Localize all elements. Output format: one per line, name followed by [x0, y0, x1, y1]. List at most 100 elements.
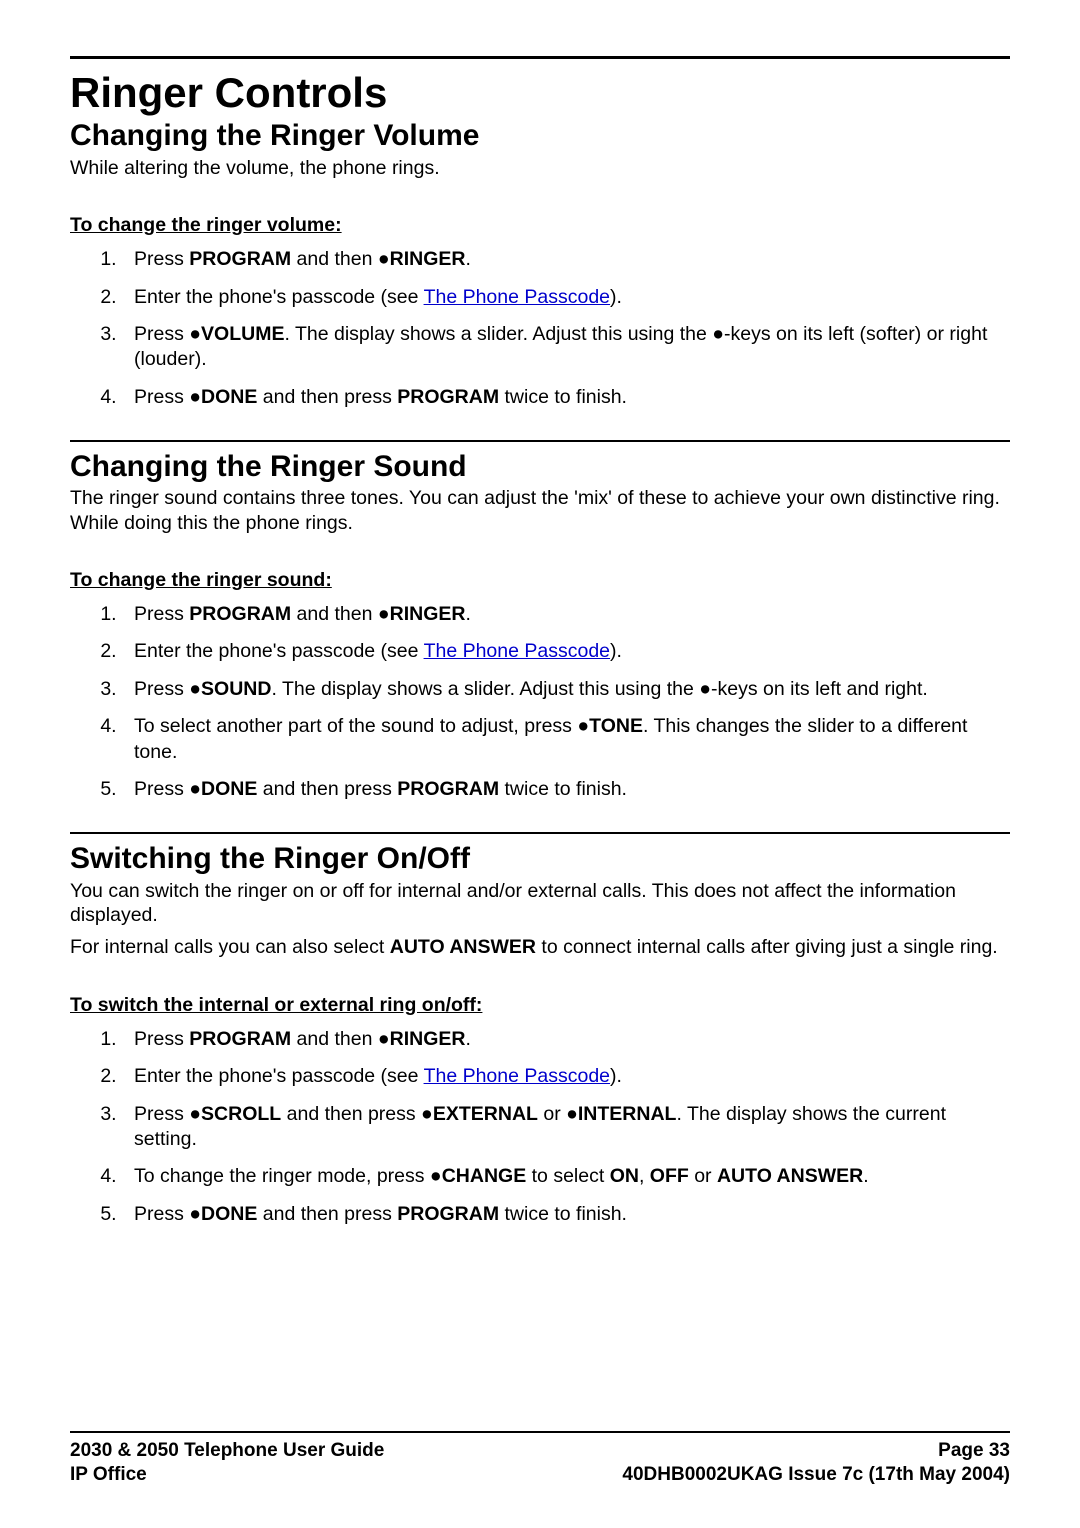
keyword: DONE	[201, 386, 257, 408]
text: or	[689, 1165, 717, 1187]
section-intro: While altering the volume, the phone rin…	[70, 156, 1010, 180]
section-intro: You can switch the ringer on or off for …	[70, 879, 1010, 928]
text: .	[465, 248, 470, 270]
text: twice to finish.	[499, 1203, 627, 1225]
keyword: OFF	[650, 1165, 689, 1187]
text: to select	[526, 1165, 609, 1187]
text: Press ●	[134, 386, 201, 408]
keyword: PROGRAM	[397, 386, 499, 408]
text: Press	[134, 1028, 189, 1050]
keyword: PROGRAM	[189, 248, 291, 270]
keyword: DONE	[201, 778, 257, 800]
text: to connect internal calls after giving j…	[536, 936, 998, 958]
section-intro: For internal calls you can also select A…	[70, 935, 1010, 959]
footer-guide-title: 2030 & 2050 Telephone User Guide	[70, 1439, 384, 1464]
text: twice to finish.	[499, 386, 627, 408]
text: Press ●	[134, 1203, 201, 1225]
section-heading-sound: Changing the Ringer Sound	[70, 450, 1010, 485]
footer-rule	[70, 1431, 1010, 1433]
keyword: EXTERNAL	[433, 1103, 538, 1125]
text: To change the ringer mode, press ●	[134, 1165, 442, 1187]
keyword: VOLUME	[201, 323, 284, 345]
text: For internal calls you can also select	[70, 936, 390, 958]
list-item: Enter the phone's passcode (see The Phon…	[122, 1064, 1010, 1089]
keyword: CHANGE	[442, 1165, 527, 1187]
keyword: SOUND	[201, 678, 271, 700]
list-item: Press PROGRAM and then ●RINGER.	[122, 1027, 1010, 1052]
keyword: INTERNAL	[578, 1103, 677, 1125]
keyword: PROGRAM	[189, 1028, 291, 1050]
text: or ●	[538, 1103, 578, 1125]
procedure-heading: To switch the internal or external ring …	[70, 994, 1010, 1017]
text: Press ●	[134, 778, 201, 800]
top-rule	[70, 56, 1010, 59]
passcode-link[interactable]: The Phone Passcode	[424, 1065, 610, 1087]
list-item: Press ●SOUND. The display shows a slider…	[122, 677, 1010, 702]
text: and then press	[257, 778, 397, 800]
text: Press	[134, 248, 189, 270]
text: twice to finish.	[499, 778, 627, 800]
footer-doc-id: 40DHB0002UKAG Issue 7c (17th May 2004)	[622, 1463, 1010, 1488]
text: Press ●	[134, 678, 201, 700]
keyword: TONE	[589, 715, 643, 737]
list-item: Press PROGRAM and then ●RINGER.	[122, 602, 1010, 627]
list-item: To change the ringer mode, press ●CHANGE…	[122, 1164, 1010, 1189]
passcode-link[interactable]: The Phone Passcode	[424, 286, 610, 308]
keyword: PROGRAM	[397, 778, 499, 800]
text: and then press	[257, 386, 397, 408]
text: .	[465, 1028, 470, 1050]
keyword: AUTO ANSWER	[390, 936, 536, 958]
section-heading-volume: Changing the Ringer Volume	[70, 119, 1010, 154]
keyword: DONE	[201, 1203, 257, 1225]
list-item: Press PROGRAM and then ●RINGER.	[122, 247, 1010, 272]
section-divider	[70, 832, 1010, 834]
section-heading-onoff: Switching the Ringer On/Off	[70, 842, 1010, 877]
text: Press ●	[134, 323, 201, 345]
keyword: RINGER	[390, 248, 466, 270]
list-item: Press ●DONE and then press PROGRAM twice…	[122, 385, 1010, 410]
text: . The display shows a slider. Adjust thi…	[271, 678, 927, 700]
keyword: AUTO ANSWER	[717, 1165, 863, 1187]
keyword: RINGER	[390, 603, 466, 625]
keyword: ON	[610, 1165, 639, 1187]
text: .	[863, 1165, 868, 1187]
list-item: Press ●VOLUME. The display shows a slide…	[122, 322, 1010, 373]
list-item: Enter the phone's passcode (see The Phon…	[122, 639, 1010, 664]
page-title: Ringer Controls	[70, 69, 1010, 117]
section-intro: The ringer sound contains three tones. Y…	[70, 486, 1010, 535]
text: ).	[610, 286, 622, 308]
text: and then press ●	[281, 1103, 433, 1125]
text: Enter the phone's passcode (see	[134, 640, 424, 662]
text: and then ●	[291, 603, 390, 625]
text: ).	[610, 1065, 622, 1087]
text: ).	[610, 640, 622, 662]
keyword: PROGRAM	[397, 1203, 499, 1225]
section-divider	[70, 440, 1010, 442]
text: and then ●	[291, 248, 390, 270]
procedure-list: Press PROGRAM and then ●RINGER. Enter th…	[122, 1027, 1010, 1227]
text: To select another part of the sound to a…	[134, 715, 589, 737]
footer-product: IP Office	[70, 1463, 147, 1488]
page-footer: 2030 & 2050 Telephone User Guide Page 33…	[70, 1431, 1010, 1488]
procedure-list: Press PROGRAM and then ●RINGER. Enter th…	[122, 247, 1010, 410]
keyword: SCROLL	[201, 1103, 281, 1125]
text: Press ●	[134, 1103, 201, 1125]
document-page: Ringer Controls Changing the Ringer Volu…	[0, 0, 1080, 1528]
list-item: Press ●SCROLL and then press ●EXTERNAL o…	[122, 1102, 1010, 1153]
text: Enter the phone's passcode (see	[134, 286, 424, 308]
list-item: Press ●DONE and then press PROGRAM twice…	[122, 777, 1010, 802]
footer-page-number: Page 33	[938, 1439, 1010, 1464]
procedure-list: Press PROGRAM and then ●RINGER. Enter th…	[122, 602, 1010, 802]
keyword: PROGRAM	[189, 603, 291, 625]
keyword: RINGER	[390, 1028, 466, 1050]
procedure-heading: To change the ringer sound:	[70, 569, 1010, 592]
procedure-heading: To change the ringer volume:	[70, 214, 1010, 237]
text: .	[465, 603, 470, 625]
text: Press	[134, 603, 189, 625]
text: and then press	[257, 1203, 397, 1225]
passcode-link[interactable]: The Phone Passcode	[424, 640, 610, 662]
text: ,	[639, 1165, 650, 1187]
text: and then ●	[291, 1028, 390, 1050]
list-item: Press ●DONE and then press PROGRAM twice…	[122, 1202, 1010, 1227]
list-item: To select another part of the sound to a…	[122, 714, 1010, 765]
